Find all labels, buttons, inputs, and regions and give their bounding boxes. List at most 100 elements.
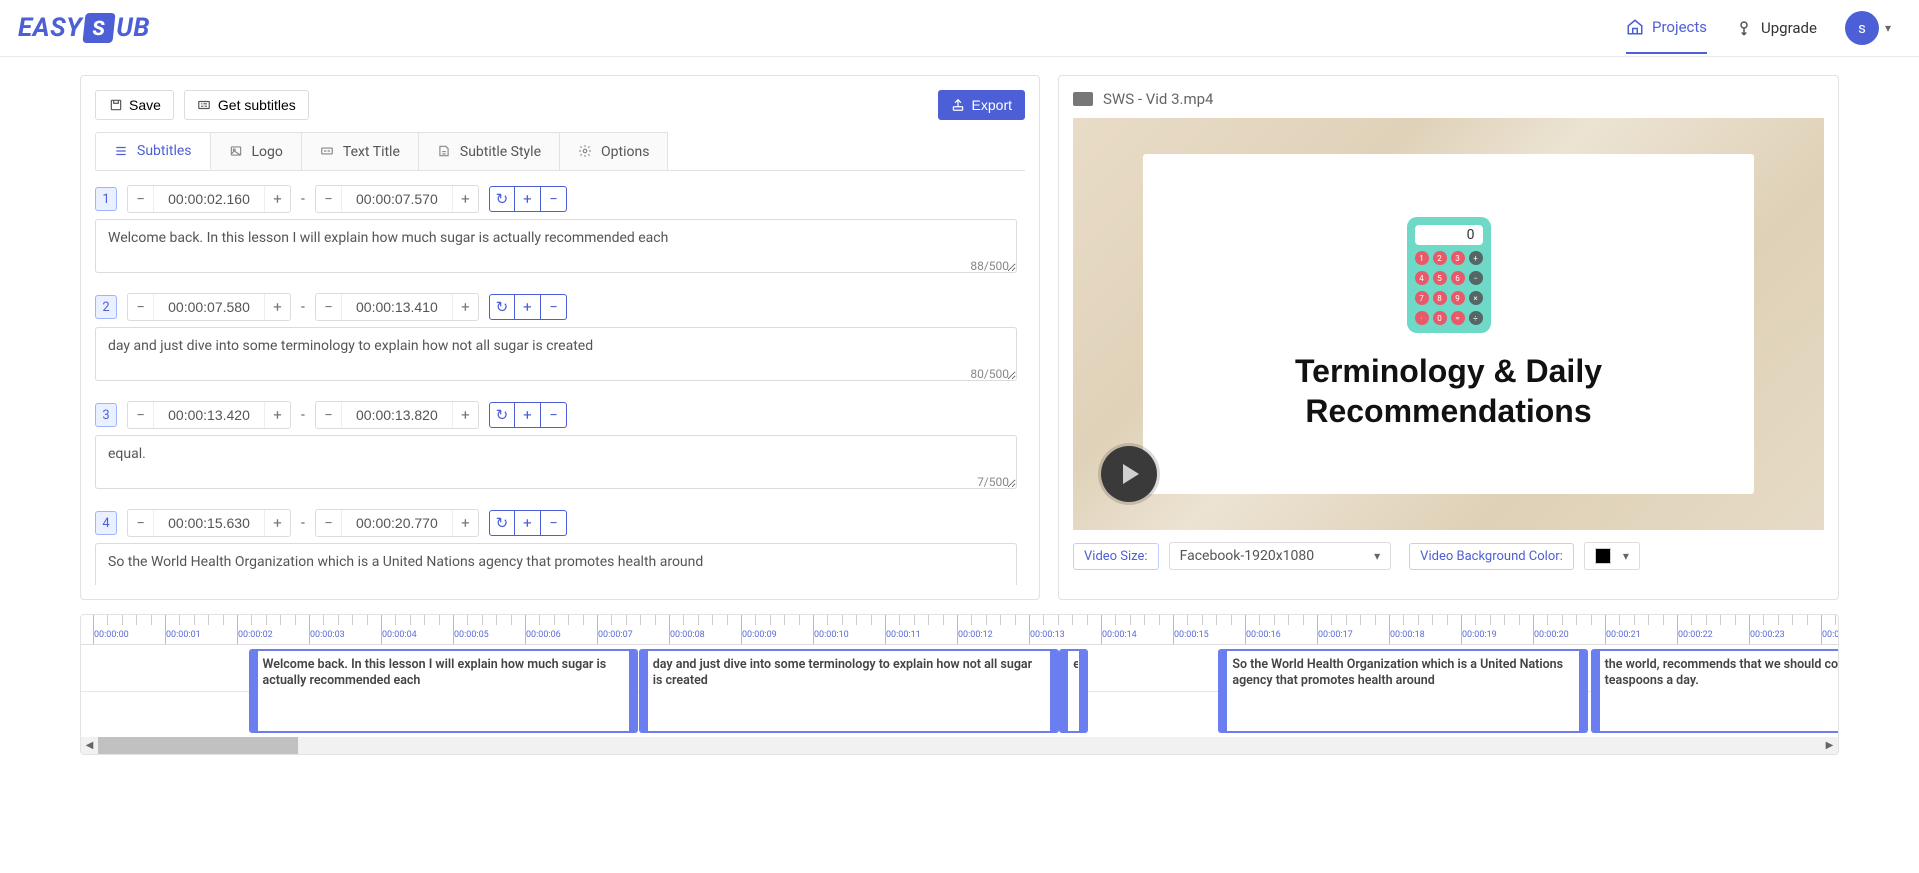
subtitle-textarea[interactable] bbox=[95, 327, 1017, 381]
ruler-label: 00:00:15 bbox=[1174, 630, 1209, 640]
start-time-input[interactable] bbox=[154, 186, 264, 212]
ruler-label: 00:00:17 bbox=[1318, 630, 1353, 640]
ruler-label: 00:00:03 bbox=[310, 630, 345, 640]
time-increment-button[interactable]: + bbox=[264, 510, 290, 536]
add-subtitle-button[interactable]: + bbox=[515, 294, 541, 320]
time-decrement-button[interactable]: − bbox=[316, 294, 342, 320]
timeline-clip[interactable]: e bbox=[1059, 649, 1088, 733]
save-label: Save bbox=[129, 97, 161, 113]
top-nav: EASY S UB Projects Upgrade s ▾ bbox=[0, 0, 1919, 57]
ruler-label: 00:00:20 bbox=[1534, 630, 1569, 640]
remove-subtitle-button[interactable]: − bbox=[541, 186, 567, 212]
video-size-value: Facebook-1920x1080 bbox=[1180, 548, 1315, 564]
save-button[interactable]: Save bbox=[95, 90, 174, 120]
subtitle-textarea[interactable] bbox=[95, 435, 1017, 489]
tab-text-title[interactable]: Text Title bbox=[301, 132, 419, 170]
ruler-label: 00:00:05 bbox=[454, 630, 489, 640]
timeline-ruler[interactable]: 00:00:0000:00:0100:00:0200:00:0300:00:04… bbox=[81, 615, 1838, 645]
ruler-label: 00:00:09 bbox=[742, 630, 777, 640]
end-time-input[interactable] bbox=[342, 294, 452, 320]
video-bg-control: Video Background Color: ▾ bbox=[1409, 542, 1640, 570]
video-bg-select[interactable]: ▾ bbox=[1584, 542, 1640, 570]
time-increment-button[interactable]: + bbox=[452, 186, 478, 212]
end-time-input[interactable] bbox=[342, 402, 452, 428]
export-button[interactable]: Export bbox=[938, 90, 1025, 120]
start-time-input[interactable] bbox=[154, 510, 264, 536]
play-button[interactable] bbox=[1101, 446, 1157, 502]
add-subtitle-button[interactable]: + bbox=[515, 510, 541, 536]
video-preview[interactable]: 0 123+ 456− 789× ·0=÷ Terminology & Dail… bbox=[1073, 118, 1824, 530]
subtitle-textarea[interactable] bbox=[95, 219, 1017, 273]
add-subtitle-button[interactable]: + bbox=[515, 402, 541, 428]
start-time-input[interactable] bbox=[154, 294, 264, 320]
start-time-group: − + bbox=[127, 401, 291, 429]
timeline-clip-text: So the World Health Organization which i… bbox=[1228, 657, 1578, 690]
end-time-input[interactable] bbox=[342, 510, 452, 536]
brand-logo[interactable]: EASY S UB bbox=[18, 13, 150, 43]
user-menu[interactable]: s ▾ bbox=[1845, 11, 1891, 45]
scroll-left-arrow[interactable]: ◀ bbox=[81, 737, 98, 754]
get-subtitles-label: Get subtitles bbox=[218, 97, 296, 113]
timeline-clip-text: e bbox=[1069, 657, 1078, 673]
time-decrement-button[interactable]: − bbox=[128, 294, 154, 320]
time-decrement-button[interactable]: − bbox=[316, 402, 342, 428]
video-title-row: SWS - Vid 3.mp4 bbox=[1073, 90, 1824, 108]
time-increment-button[interactable]: + bbox=[264, 402, 290, 428]
subtitles-icon bbox=[197, 98, 212, 113]
tab-subtitles-label: Subtitles bbox=[137, 143, 192, 159]
scroll-thumb[interactable] bbox=[98, 737, 298, 754]
time-decrement-button[interactable]: − bbox=[316, 510, 342, 536]
tab-logo[interactable]: Logo bbox=[210, 132, 302, 170]
scroll-right-arrow[interactable]: ▶ bbox=[1821, 737, 1838, 754]
tab-options[interactable]: Options bbox=[559, 132, 668, 170]
tab-subtitle-style[interactable]: Subtitle Style bbox=[418, 132, 560, 170]
video-size-select[interactable]: Facebook-1920x1080 ▾ bbox=[1169, 542, 1392, 570]
subtitle-mini-actions: ↻ + − bbox=[489, 186, 567, 212]
timeline-clip[interactable]: So the World Health Organization which i… bbox=[1218, 649, 1588, 733]
subtitle-item: 1 − + - − + ↻ + − 88/500 bbox=[95, 185, 1017, 277]
timeline-clip-text: Welcome back. In this lesson I will expl… bbox=[259, 657, 629, 690]
retime-button[interactable]: ↻ bbox=[489, 402, 515, 428]
time-decrement-button[interactable]: − bbox=[316, 186, 342, 212]
nav-right: Projects Upgrade s ▾ bbox=[1626, 2, 1891, 54]
time-decrement-button[interactable]: − bbox=[128, 186, 154, 212]
subtitle-list[interactable]: 1 − + - − + ↻ + − 88/500 2 bbox=[95, 185, 1025, 585]
time-increment-button[interactable]: + bbox=[264, 294, 290, 320]
time-increment-button[interactable]: + bbox=[452, 510, 478, 536]
home-icon bbox=[1626, 18, 1644, 36]
timeline-clip[interactable]: Welcome back. In this lesson I will expl… bbox=[249, 649, 639, 733]
ruler-label: 00:00:14 bbox=[1102, 630, 1137, 640]
time-increment-button[interactable]: + bbox=[452, 402, 478, 428]
start-time-input[interactable] bbox=[154, 402, 264, 428]
add-subtitle-button[interactable]: + bbox=[515, 186, 541, 212]
timeline-track[interactable]: Welcome back. In this lesson I will expl… bbox=[81, 645, 1838, 737]
time-increment-button[interactable]: + bbox=[452, 294, 478, 320]
time-increment-button[interactable]: + bbox=[264, 186, 290, 212]
timeline-clip[interactable]: day and just dive into some terminology … bbox=[639, 649, 1059, 733]
nav-projects-label: Projects bbox=[1652, 18, 1707, 36]
tab-subtitles[interactable]: Subtitles bbox=[95, 132, 211, 170]
end-time-input[interactable] bbox=[342, 186, 452, 212]
scroll-track[interactable] bbox=[98, 737, 1821, 754]
get-subtitles-button[interactable]: Get subtitles bbox=[184, 90, 309, 120]
subtitle-textarea[interactable] bbox=[95, 543, 1017, 585]
timeline-scrollbar[interactable]: ◀ ▶ bbox=[81, 737, 1838, 754]
retime-button[interactable]: ↻ bbox=[489, 186, 515, 212]
time-decrement-button[interactable]: − bbox=[128, 510, 154, 536]
ruler-label: 00:00:16 bbox=[1246, 630, 1281, 640]
retime-button[interactable]: ↻ bbox=[489, 294, 515, 320]
remove-subtitle-button[interactable]: − bbox=[541, 402, 567, 428]
brand-mark: S bbox=[83, 13, 116, 43]
ruler-label: 00:00:00 bbox=[94, 630, 129, 640]
remove-subtitle-button[interactable]: − bbox=[541, 294, 567, 320]
timeline-clip[interactable]: the world, recommends that we should con… bbox=[1591, 649, 1838, 733]
remove-subtitle-button[interactable]: − bbox=[541, 510, 567, 536]
save-icon bbox=[108, 98, 123, 113]
time-decrement-button[interactable]: − bbox=[128, 402, 154, 428]
editor-tabs: Subtitles Logo Text Title bbox=[95, 132, 1025, 171]
chevron-down-icon: ▾ bbox=[1374, 549, 1380, 563]
retime-button[interactable]: ↻ bbox=[489, 510, 515, 536]
ruler-label: 00:00:21 bbox=[1606, 630, 1641, 640]
nav-upgrade-link[interactable]: Upgrade bbox=[1735, 3, 1817, 53]
nav-projects-link[interactable]: Projects bbox=[1626, 2, 1707, 54]
